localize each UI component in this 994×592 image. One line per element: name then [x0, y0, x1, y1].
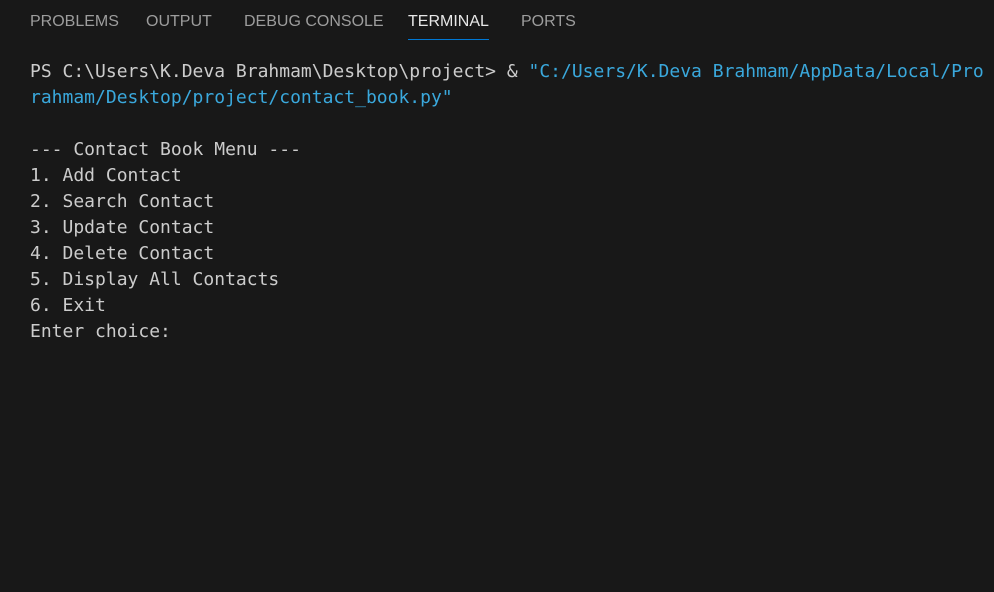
menu-item: 4. Delete Contact: [30, 243, 215, 264]
tab-problems[interactable]: PROBLEMS: [30, 0, 119, 40]
terminal-command-continuation: rahmam/Desktop/project/contact_book.py": [30, 87, 453, 108]
menu-item: 1. Add Contact: [30, 165, 182, 186]
panel-tab-bar: PROBLEMS OUTPUT DEBUG CONSOLE TERMINAL P…: [0, 0, 994, 44]
tab-ports[interactable]: PORTS: [521, 0, 576, 40]
menu-item: 5. Display All Contacts: [30, 269, 280, 290]
menu-title: --- Contact Book Menu ---: [30, 139, 301, 160]
terminal-command-string: "C:/Users/K.Deva Brahmam/AppData/Local/P…: [528, 61, 984, 82]
tab-terminal[interactable]: TERMINAL: [408, 0, 489, 40]
terminal-prompt: PS C:\Users\K.Deva Brahmam\Desktop\proje…: [30, 61, 529, 82]
menu-item: 2. Search Contact: [30, 191, 215, 212]
active-tab-indicator: [408, 39, 489, 40]
menu-item: 3. Update Contact: [30, 217, 215, 238]
tab-debug-console[interactable]: DEBUG CONSOLE: [244, 0, 384, 40]
tab-output[interactable]: OUTPUT: [146, 0, 212, 40]
input-prompt: Enter choice:: [30, 321, 182, 342]
tab-terminal-label: TERMINAL: [408, 13, 489, 30]
terminal-command-line: PS C:\Users\K.Deva Brahmam\Desktop\proje…: [30, 59, 994, 85]
menu-item: 6. Exit: [30, 295, 106, 316]
terminal-output[interactable]: PS C:\Users\K.Deva Brahmam\Desktop\proje…: [30, 59, 994, 592]
